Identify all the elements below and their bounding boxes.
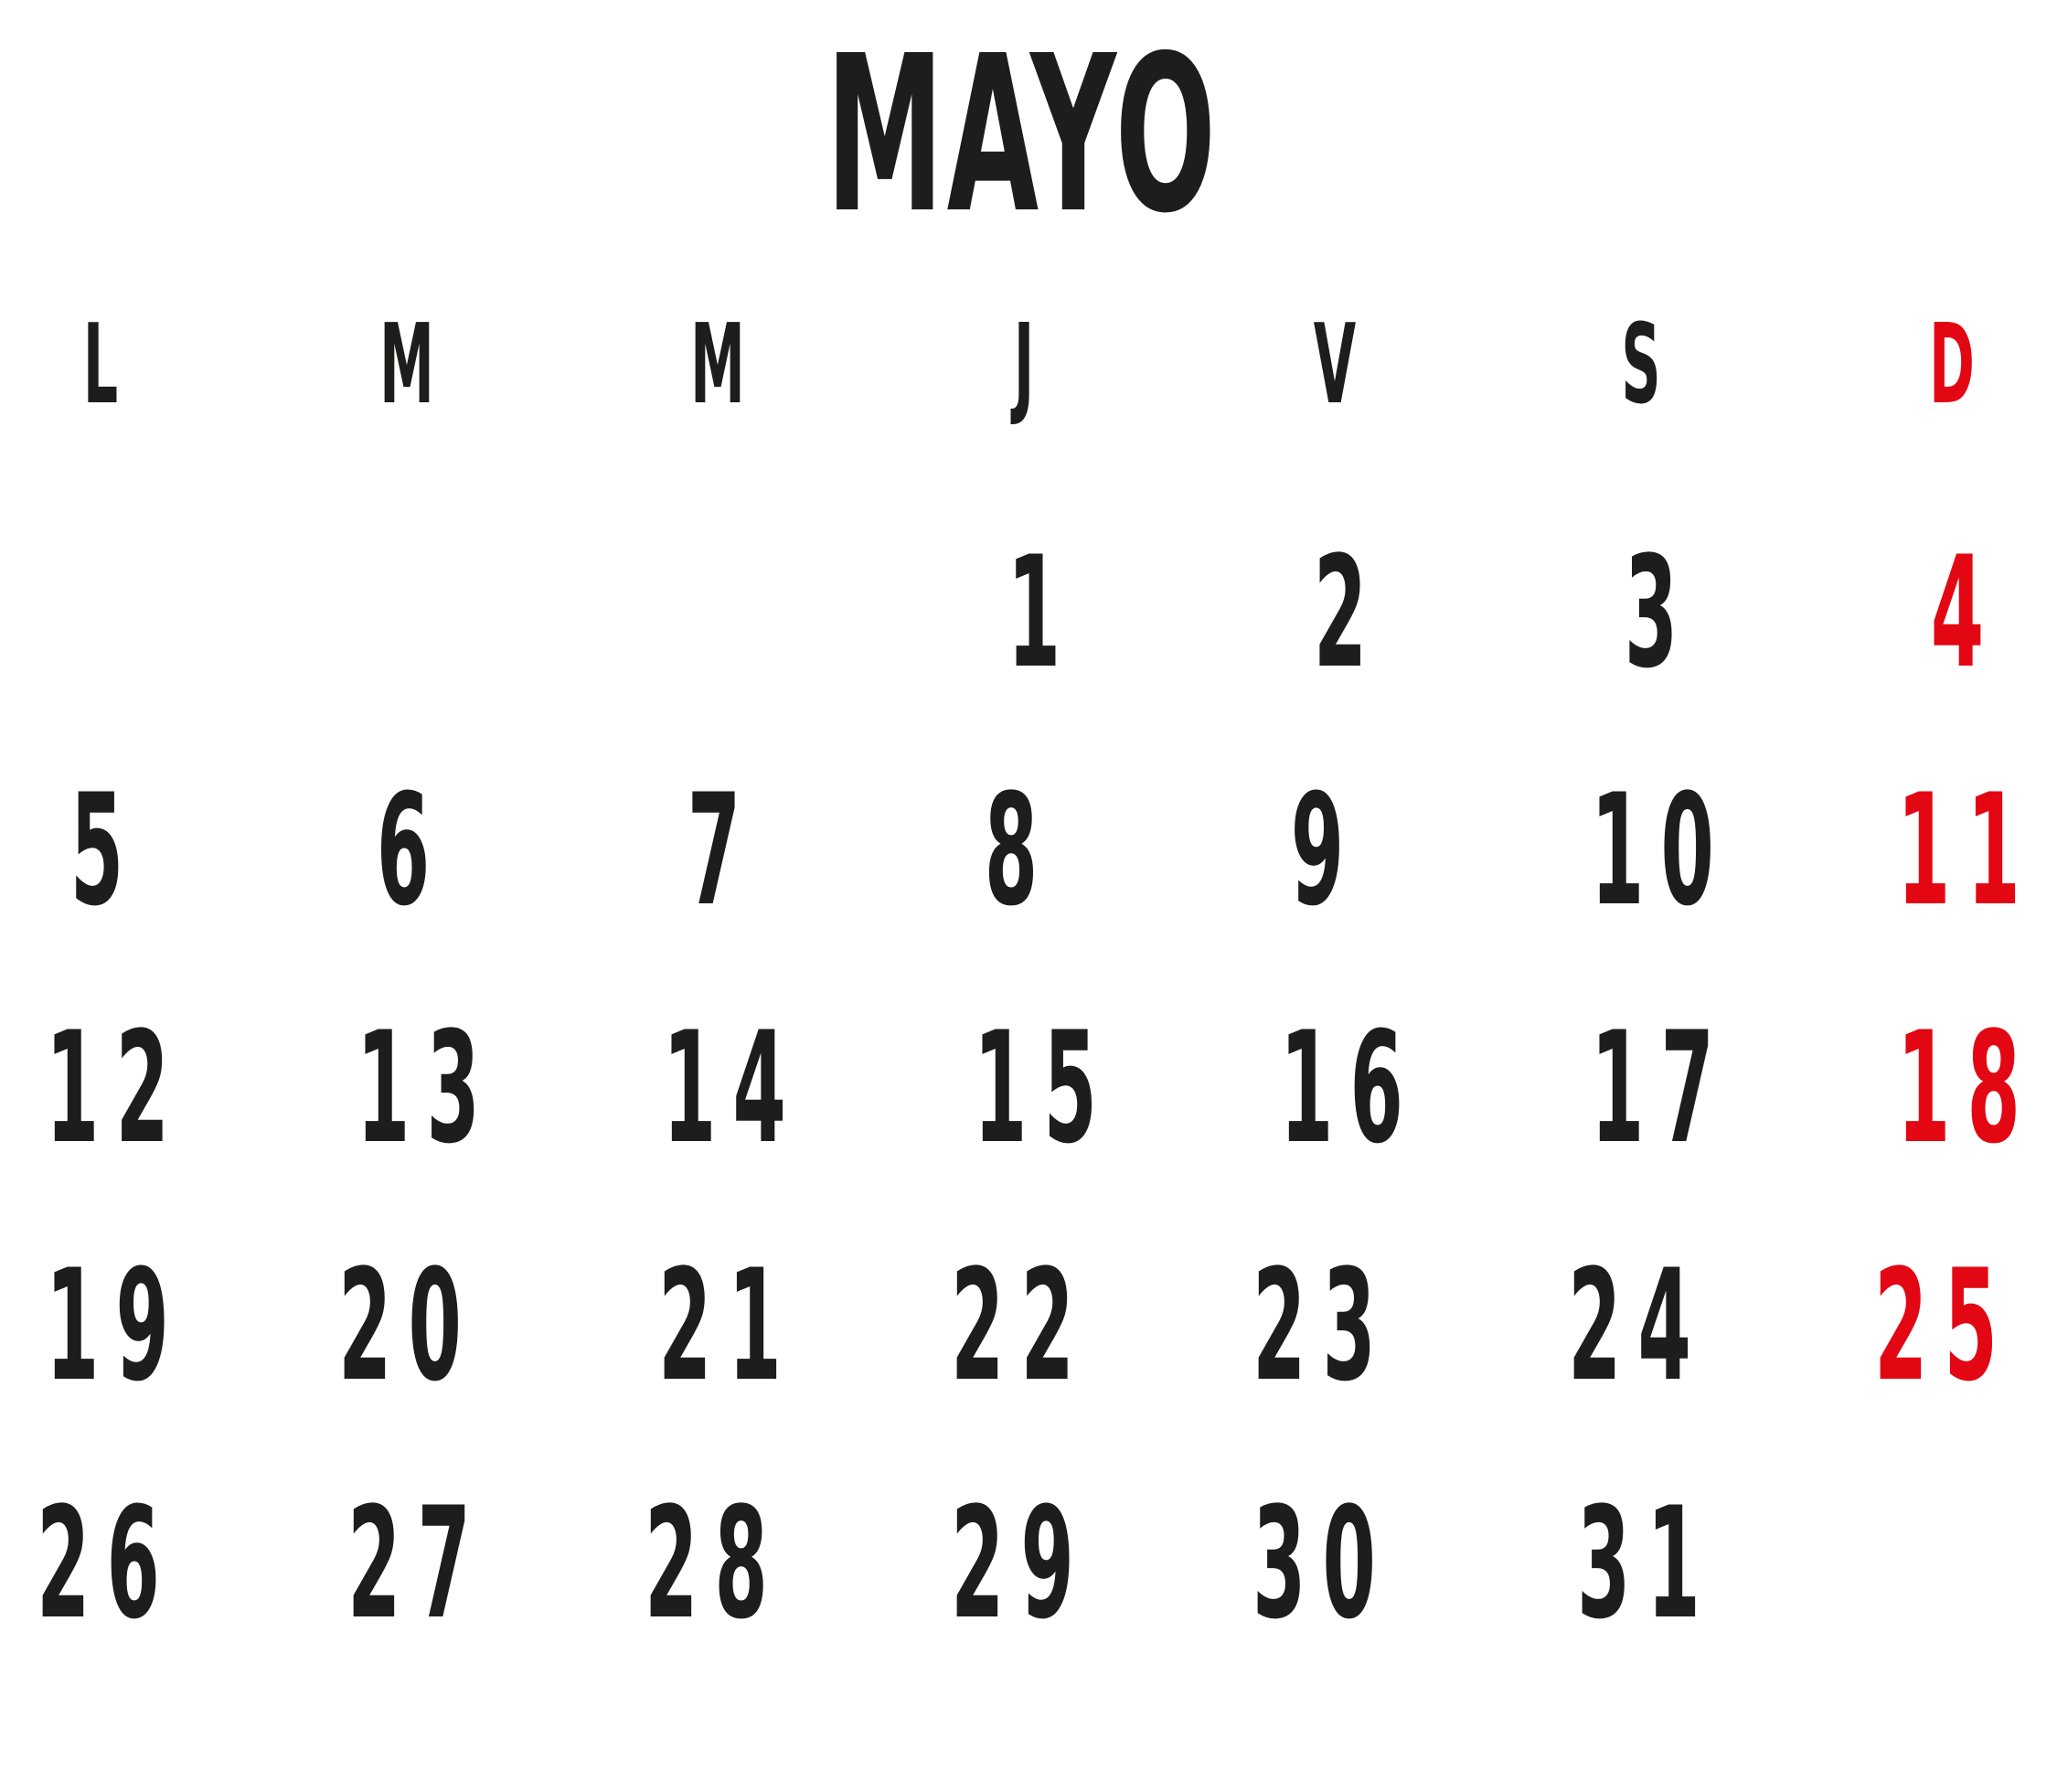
day-cell-sunday: 18 bbox=[1897, 998, 2037, 1178]
day-cell: 6 bbox=[376, 761, 447, 940]
month-title: MAYO bbox=[826, 9, 1220, 261]
day-cell: 29 bbox=[951, 1474, 1091, 1653]
weekday-saturday: S bbox=[1621, 302, 1661, 429]
weekday-friday: V bbox=[1313, 302, 1357, 429]
weekday-wednesday: M bbox=[690, 302, 745, 429]
day-cell: 24 bbox=[1568, 1236, 1708, 1415]
day-cell: 12 bbox=[46, 998, 186, 1178]
day-cell: 22 bbox=[951, 1236, 1091, 1415]
day-cell: 1 bbox=[1007, 523, 1078, 702]
weekday-monday: L bbox=[82, 302, 119, 429]
day-cell-sunday: 11 bbox=[1897, 761, 2037, 940]
day-cell: 13 bbox=[357, 998, 496, 1178]
day-cell: 2 bbox=[1313, 523, 1384, 702]
day-cell: 10 bbox=[1591, 761, 1731, 940]
day-cell: 31 bbox=[1577, 1474, 1717, 1653]
day-cell: 30 bbox=[1252, 1474, 1392, 1653]
day-cell: 5 bbox=[69, 761, 141, 940]
day-cell-sunday: 25 bbox=[1874, 1236, 2014, 1415]
day-cell: 26 bbox=[37, 1474, 176, 1653]
day-cell: 20 bbox=[338, 1236, 478, 1415]
day-cell: 16 bbox=[1280, 998, 1420, 1178]
day-cell: 23 bbox=[1252, 1236, 1392, 1415]
weekday-thursday: J bbox=[1013, 302, 1035, 429]
day-cell: 7 bbox=[687, 761, 758, 940]
day-cell: 8 bbox=[984, 761, 1055, 940]
day-cell: 3 bbox=[1624, 523, 1695, 702]
day-cell: 19 bbox=[46, 1236, 186, 1415]
day-cell: 9 bbox=[1290, 761, 1361, 940]
day-cell: 17 bbox=[1591, 998, 1731, 1178]
day-cell: 27 bbox=[347, 1474, 487, 1653]
day-cell: 14 bbox=[663, 998, 803, 1178]
day-cell: 21 bbox=[658, 1236, 798, 1415]
day-cell-sunday: 4 bbox=[1930, 523, 2001, 702]
day-cell: 28 bbox=[645, 1474, 784, 1653]
weekday-sunday: D bbox=[1929, 302, 1975, 429]
day-cell: 15 bbox=[974, 998, 1114, 1178]
month-calendar: MAYO L M M J V S D 1 2 3 4 5 6 7 8 9 10 … bbox=[0, 0, 2057, 1792]
weekday-tuesday: M bbox=[379, 302, 434, 429]
